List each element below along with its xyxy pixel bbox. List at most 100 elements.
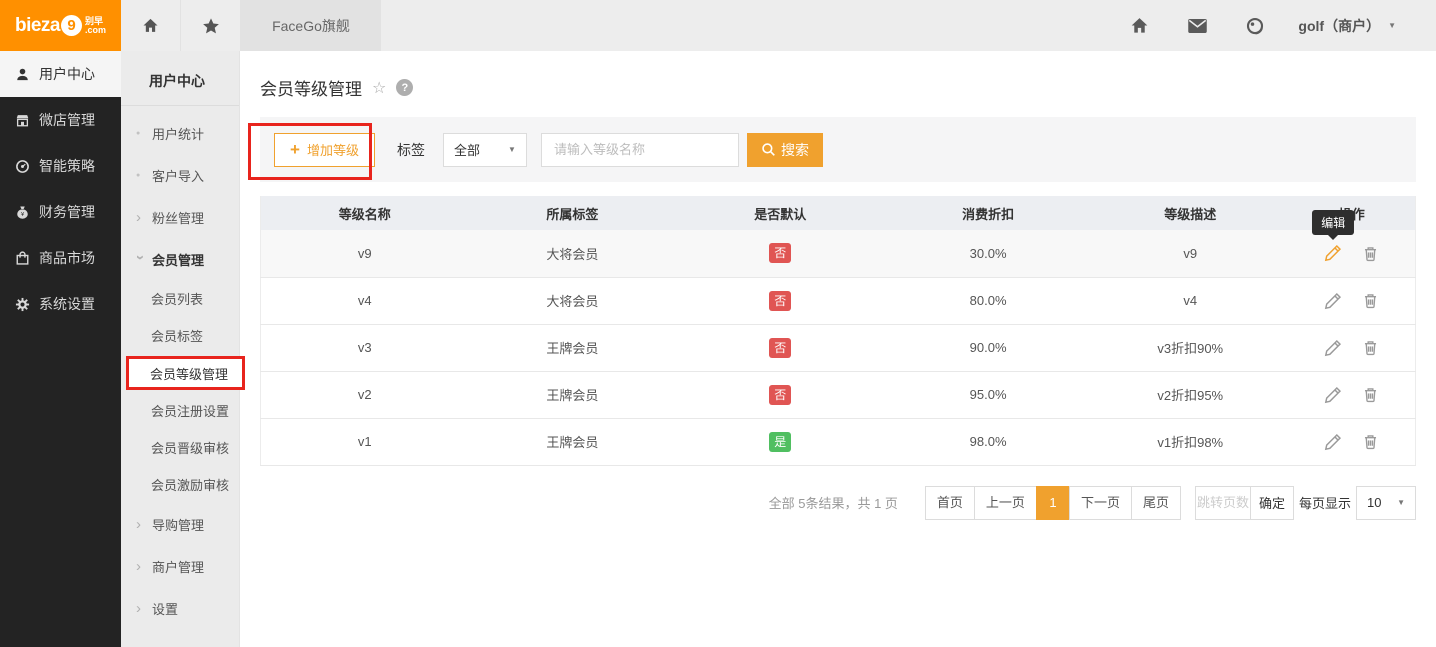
delete-icon[interactable] bbox=[1362, 245, 1379, 262]
toolbar: + 增加等级 标签 全部 ▼ 搜索 bbox=[260, 117, 1416, 182]
home-icon bbox=[142, 17, 159, 34]
sidebar-item-market[interactable]: 商品市场 bbox=[0, 235, 121, 281]
edit-icon[interactable] bbox=[1324, 339, 1342, 357]
table-header-row: 等级名称 所属标签 是否默认 消费折扣 等级描述 操作 bbox=[261, 196, 1416, 230]
table-row: v2 王牌会员 否 95.0% v2折扣95% bbox=[261, 371, 1416, 418]
help-icon[interactable]: ? bbox=[396, 79, 413, 96]
storefront-icon bbox=[15, 113, 30, 128]
submenu-item-member-list[interactable]: 会员列表 bbox=[121, 280, 239, 317]
topbar: bieza 9 别早.com FaceGo旗舰 golf（商户） ▼ bbox=[0, 0, 1436, 51]
col-level-name: 等级名称 bbox=[261, 196, 469, 230]
submenu-item-member-register[interactable]: 会员注册设置 bbox=[121, 392, 239, 429]
sidebar-item-label: 智能策略 bbox=[39, 156, 95, 176]
sidebar-item-strategy[interactable]: 智能策略 bbox=[0, 143, 121, 189]
user-account-label: golf（商户） bbox=[1298, 16, 1380, 36]
tab-facego-label: FaceGo旗舰 bbox=[272, 16, 350, 36]
submenu-item-member-mgmt[interactable]: › 会员管理 bbox=[121, 238, 239, 280]
prev-page-button[interactable]: 上一页 bbox=[974, 486, 1037, 520]
sidebar-item-finance[interactable]: ¥ 财务管理 bbox=[0, 189, 121, 235]
support-button[interactable] bbox=[1226, 0, 1284, 51]
person-icon bbox=[15, 67, 30, 82]
current-page-button[interactable]: 1 bbox=[1036, 486, 1070, 520]
page-title: 会员等级管理 bbox=[260, 75, 362, 100]
user-account-menu[interactable]: golf（商户） ▼ bbox=[1284, 0, 1436, 51]
chevron-down-icon: ▼ bbox=[1397, 498, 1405, 507]
edit-icon[interactable] bbox=[1324, 292, 1342, 310]
brand-logo-tld: .com bbox=[85, 26, 106, 35]
chevron-right-icon: › bbox=[136, 601, 145, 616]
col-discount: 消费折扣 bbox=[884, 196, 1092, 230]
sidebar-item-settings[interactable]: 系统设置 bbox=[0, 281, 121, 327]
home-icon bbox=[1130, 16, 1149, 35]
favorite-star-icon[interactable]: ☆ bbox=[372, 78, 386, 98]
submenu-item-guide-mgmt[interactable]: › 导购管理 bbox=[121, 503, 239, 545]
chevron-right-icon: › bbox=[136, 517, 145, 532]
submenu-item-fans[interactable]: › 粉丝管理 bbox=[121, 196, 239, 238]
delete-icon[interactable] bbox=[1362, 339, 1379, 356]
per-page-label: 每页显示 bbox=[1299, 493, 1351, 512]
submenu-item-member-upgrade-audit[interactable]: 会员晋级审核 bbox=[121, 429, 239, 466]
favorites-nav-button[interactable] bbox=[181, 0, 241, 51]
last-page-button[interactable]: 尾页 bbox=[1131, 486, 1181, 520]
sidebar-item-label: 商品市场 bbox=[39, 248, 95, 268]
status-badge: 否 bbox=[769, 291, 791, 311]
delete-icon[interactable] bbox=[1362, 292, 1379, 309]
submenu-item-member-grade-mgmt[interactable]: 会员等级管理 bbox=[126, 356, 245, 390]
bullet-icon: ● bbox=[136, 172, 145, 179]
per-page-select[interactable]: 10 ▼ bbox=[1356, 486, 1416, 520]
edit-icon[interactable] bbox=[1324, 386, 1342, 404]
secondary-sidebar: 用户中心 ● 用户统计 ● 客户导入 › 粉丝管理 › 会员管理 会员列表 会员… bbox=[121, 51, 240, 647]
submenu-item-merchant-mgmt[interactable]: › 商户管理 bbox=[121, 545, 239, 587]
submenu-item-settings[interactable]: › 设置 bbox=[121, 587, 239, 629]
tab-facego[interactable]: FaceGo旗舰 bbox=[241, 0, 381, 51]
table-row: v3 王牌会员 否 90.0% v3折扣90% bbox=[261, 324, 1416, 371]
submenu-header: 用户中心 bbox=[121, 51, 239, 106]
chevron-right-icon: › bbox=[136, 559, 145, 574]
col-tag: 所属标签 bbox=[468, 196, 676, 230]
sidebar-item-label: 财务管理 bbox=[39, 202, 95, 222]
sidebar-item-label: 用户中心 bbox=[39, 64, 95, 84]
level-name-search-input[interactable] bbox=[541, 133, 739, 167]
smart-circle-icon bbox=[15, 159, 30, 174]
edit-icon[interactable] bbox=[1324, 433, 1342, 451]
magnifier-icon bbox=[761, 142, 776, 157]
status-badge: 否 bbox=[769, 338, 791, 358]
tag-filter-select[interactable]: 全部 ▼ bbox=[443, 133, 527, 167]
submenu-item-user-stats[interactable]: ● 用户统计 bbox=[121, 112, 239, 154]
status-badge: 是 bbox=[769, 432, 791, 452]
primary-sidebar: 用户中心 微店管理 智能策略 ¥ 财务管理 商品市场 系统设置 bbox=[0, 51, 121, 647]
main-content: 会员等级管理 ☆ ? + 增加等级 标签 全部 ▼ 搜索 等级名称 所属标签 是… bbox=[240, 51, 1436, 647]
col-desc: 等级描述 bbox=[1092, 196, 1288, 230]
jump-confirm-button[interactable]: 确定 bbox=[1250, 486, 1294, 520]
table-row: v4 大将会员 否 80.0% v4 bbox=[261, 277, 1416, 324]
money-bag-icon: ¥ bbox=[15, 205, 30, 220]
chevron-down-icon: ▼ bbox=[508, 145, 516, 154]
table-row: v9 大将会员 否 30.0% v9 编辑 bbox=[261, 230, 1416, 277]
delete-icon[interactable] bbox=[1362, 433, 1379, 450]
delete-icon[interactable] bbox=[1362, 386, 1379, 403]
next-page-button[interactable]: 下一页 bbox=[1069, 486, 1132, 520]
table-row: v1 王牌会员 是 98.0% v1折扣98% bbox=[261, 418, 1416, 465]
add-level-button[interactable]: + 增加等级 bbox=[274, 133, 375, 167]
sidebar-item-weidian[interactable]: 微店管理 bbox=[0, 97, 121, 143]
jump-page-input[interactable] bbox=[1195, 486, 1251, 520]
chevron-down-icon: › bbox=[133, 255, 148, 264]
pagination: 全部 5条结果，共 1 页 首页 上一页 1 下一页 尾页 确定 每页显示 10… bbox=[260, 486, 1416, 520]
submenu-item-member-tags[interactable]: 会员标签 bbox=[121, 317, 239, 354]
edit-icon[interactable]: 编辑 bbox=[1324, 244, 1342, 262]
result-summary: 全部 5条结果，共 1 页 bbox=[769, 493, 898, 512]
home-nav-button[interactable] bbox=[121, 0, 181, 51]
chevron-down-icon: ▼ bbox=[1388, 21, 1396, 30]
edit-tooltip: 编辑 bbox=[1312, 210, 1354, 235]
search-button[interactable]: 搜索 bbox=[747, 133, 823, 167]
submenu-item-customer-import[interactable]: ● 客户导入 bbox=[121, 154, 239, 196]
brand-logo[interactable]: bieza 9 别早.com bbox=[0, 0, 121, 51]
home-shortcut-button[interactable] bbox=[1110, 0, 1168, 51]
mail-icon bbox=[1187, 17, 1208, 35]
bullet-icon: ● bbox=[136, 130, 145, 137]
first-page-button[interactable]: 首页 bbox=[925, 486, 975, 520]
messages-button[interactable] bbox=[1168, 0, 1226, 51]
sidebar-item-user-center[interactable]: 用户中心 bbox=[0, 51, 121, 97]
submenu-item-member-incentive-audit[interactable]: 会员激励审核 bbox=[121, 466, 239, 503]
star-icon bbox=[202, 17, 220, 35]
